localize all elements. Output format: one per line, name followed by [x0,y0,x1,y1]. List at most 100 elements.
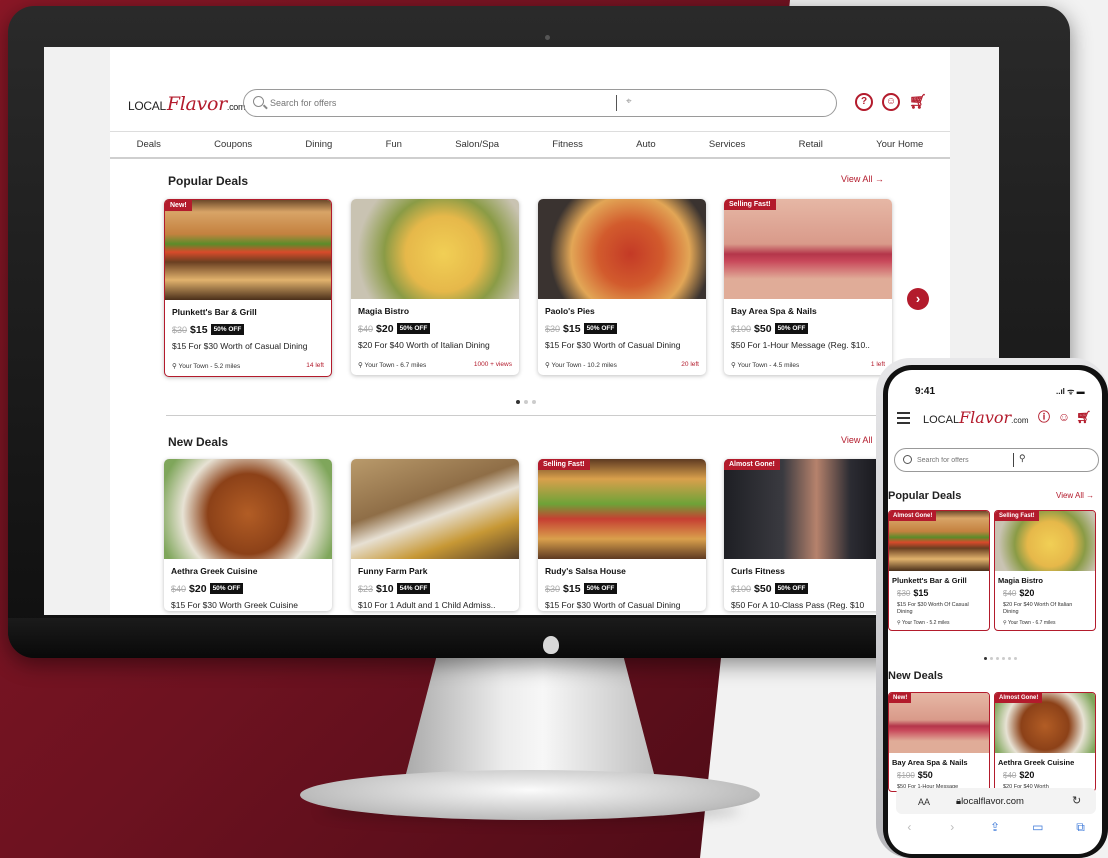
discount-badge: 50% OFF [774,323,809,334]
logo-local-text: LOCAL [923,414,960,426]
search-input[interactable] [917,453,1007,467]
reader-aa-button[interactable]: AA [918,797,930,807]
deal-card[interactable]: Selling Fast! Magia Bistro $40 $20 $20 Fo… [994,510,1096,631]
deal-description: $20 For $40 Worth of Italian Dining [358,340,490,350]
deal-card[interactable]: Almost Gone! Curls Fitness $100 $50 50% OF… [724,459,892,611]
deal-image [351,459,519,559]
deal-name: Plunkett's Bar & Grill [172,307,257,317]
deal-card[interactable]: Almost Gone! Plunkett's Bar & Grill $30 $… [888,510,990,631]
logo-flavor-text: Flavor [959,408,1012,427]
deal-tag: Almost Gone! [889,511,937,521]
deal-image: Almost Gone! [889,511,989,571]
search-bar: ⚲ [894,448,1099,472]
discount-badge: 50% OFF [774,583,809,594]
deal-image: New! [889,693,989,753]
apple-logo-icon [543,636,559,654]
monitor-screen: LOCALFlavor.com ⌖ ? ☺ 🛒︎ Deals Coupons D… [44,47,999,615]
tabs-icon[interactable]: ⧉ [1071,820,1091,835]
deal-original-price: $100 [731,323,752,334]
site-logo[interactable]: LOCALFlavor.com [128,93,246,115]
carousel-next-button[interactable]: › [907,288,929,310]
account-icon[interactable]: ☺ [882,93,900,111]
carousel-dot[interactable] [1014,657,1017,660]
nav-item-dining[interactable]: Dining [305,139,332,150]
search-icon[interactable] [253,96,264,107]
carousel-dot[interactable] [990,657,993,660]
popular-view-all-link[interactable]: View All → [841,174,884,184]
deal-description: $50 For 1-Hour Message (Reg. $10.. [731,340,870,350]
deal-tag: Selling Fast! [995,511,1039,521]
carousel-dots [984,657,1017,660]
deal-location: ⚲ Your Town - 4.5 miles [731,361,799,369]
deal-card[interactable]: Paolo's Pies $30 $15 50% OFF $15 For $30 W… [538,199,706,375]
nav-item-your-home[interactable]: Your Home [876,139,923,150]
nav-item-retail[interactable]: Retail [799,139,823,150]
deal-card[interactable]: Magia Bistro $40 $20 50% OFF $20 For $40 W… [351,199,519,375]
nav-item-fitness[interactable]: Fitness [552,139,583,150]
new-view-all-link[interactable]: View All [841,435,872,445]
deal-price: $10 [376,582,394,595]
nav-item-coupons[interactable]: Coupons [214,139,252,150]
location-pin-icon: ⚲ [1003,620,1007,626]
deal-location-text: Your Town - 5.2 miles [178,363,241,370]
deal-card[interactable]: Funny Farm Park $23 $10 54% OFF $10 For 1 … [351,459,519,611]
deal-image: New! [165,200,331,300]
nav-item-salon-spa[interactable]: Salon/Spa [455,139,499,150]
popular-view-all-link[interactable]: View All → [1056,491,1094,500]
deal-card[interactable]: New! Plunkett's Bar & Grill $30 $15 50% OF… [164,199,332,377]
deal-card[interactable]: Selling Fast! Bay Area Spa & Nails $100 $… [724,199,892,375]
deal-card[interactable]: Selling Fast! Rudy's Salsa House $30 $15 5… [538,459,706,611]
carousel-dot[interactable] [524,400,528,404]
nav-item-deals[interactable]: Deals [137,139,161,150]
deal-card[interactable]: Aethra Greek Cuisine $40 $20 50% OFF $15 F… [164,459,332,611]
carousel-dot[interactable] [532,400,536,404]
site-logo[interactable]: LOCALFlavor.com [923,408,1029,427]
share-icon[interactable]: ⇪ [985,820,1005,835]
discount-badge: 50% OFF [210,324,245,335]
search-icon[interactable] [903,455,912,464]
deal-location: ⚲ Your Town - 10.2 miles [545,361,617,369]
deal-location-text: Your Town - 10.2 miles [551,362,617,369]
popular-deals-title: Popular Deals [168,174,249,188]
new-deals-title: New Deals [888,670,944,682]
cart-icon[interactable]: 🛒︎ [1076,410,1092,426]
carousel-dot[interactable] [1002,657,1005,660]
logo-local-text: LOCAL [128,99,166,113]
reload-icon[interactable]: ↻ [1072,794,1081,807]
deal-availability: 1000 + views [473,361,512,368]
location-pin-icon: ⚲ [731,362,736,369]
deal-name: Bay Area Spa & Nails [892,758,968,767]
new-deals-title: New Deals [168,435,229,449]
deal-price: $20 [1019,770,1035,780]
search-input[interactable] [270,94,610,112]
nav-item-auto[interactable]: Auto [636,139,656,150]
deal-availability: 14 left [306,362,324,369]
location-pin-icon: ⚲ [545,362,550,369]
location-pin-icon: ⚲ [172,363,177,370]
deal-description: $20 For $40 Worth Of Italian Dining [1003,602,1073,615]
carousel-dot[interactable] [996,657,999,660]
help-icon[interactable]: ? [855,93,873,111]
account-icon[interactable]: ☺ [1056,410,1072,426]
back-icon[interactable]: ‹ [899,820,919,835]
carousel-dot[interactable] [1008,657,1011,660]
header-icons: ? ☺ 🛒︎ [855,93,927,111]
deal-card[interactable]: Almost Gone! Aethra Greek Cuisine $40 $20… [994,692,1096,792]
cart-icon[interactable]: 🛒︎ [909,93,927,111]
deal-location: ⚲ Your Town - 6.7 miles [358,361,426,369]
location-pin-icon[interactable]: ⌖ [626,96,632,107]
location-pin-icon[interactable]: ⚲ [1019,453,1026,464]
carousel-dot[interactable] [516,400,520,404]
carousel-dot[interactable] [984,657,987,660]
hamburger-menu-icon[interactable] [897,412,910,427]
nav-item-services[interactable]: Services [709,139,745,150]
nav-item-fun[interactable]: Fun [386,139,402,150]
deal-original-price: $100 [731,583,752,594]
forward-icon[interactable]: › [942,820,962,835]
help-icon[interactable]: ⓘ [1036,410,1052,426]
discount-badge: 50% OFF [396,323,431,334]
location-pin-icon: ⚲ [358,362,363,369]
deal-card[interactable]: New! Bay Area Spa & Nails $100 $50 $50 Fo… [888,692,990,792]
bookmarks-icon[interactable]: ▭ [1028,820,1048,835]
browser-address-bar[interactable]: AA 🔒︎localflavor.com ↻ [896,788,1096,814]
